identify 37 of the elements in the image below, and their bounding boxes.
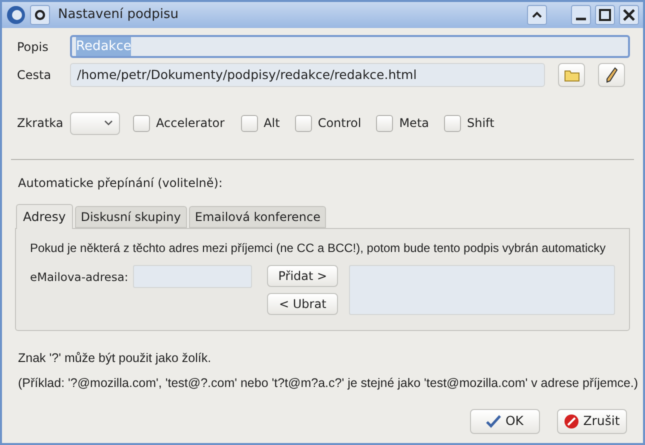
- note-text: Znak '?' může být použit jako žolík.: [18, 350, 212, 366]
- tab[interactable]: Emailová konference: [188, 206, 326, 228]
- add-button[interactable]: Přidat >: [267, 265, 338, 287]
- section-label: Automaticke přepínání (volitelně):: [17, 175, 224, 192]
- panel-description: Pokud je některá z těchto adres mezi příjemci (ne CC a BCC!), potom bude tento podpis vybrán automaticky: [30, 240, 606, 256]
- ok-button[interactable]: OK: [470, 409, 540, 434]
- field-label: eMailova-adresa:: [30, 269, 130, 286]
- maximize-icon[interactable]: [595, 5, 615, 25]
- checkbox-option[interactable]: Control: [294, 114, 362, 132]
- stop-icon: [564, 414, 580, 429]
- folder-icon: [564, 68, 580, 82]
- pencil-icon: [606, 67, 618, 83]
- selected-text: Redakce: [76, 36, 132, 56]
- path-field[interactable]: /home/petr/Dokumenty/podpisy/redakce/redakce.html: [70, 63, 545, 87]
- tab[interactable]: Adresy: [16, 204, 73, 229]
- tab[interactable]: Diskusní skupiny: [74, 206, 187, 228]
- minimize-icon[interactable]: [571, 5, 591, 25]
- email-field[interactable]: [133, 265, 252, 288]
- checkbox-option[interactable]: Alt: [240, 114, 280, 132]
- checkbox-option[interactable]: Meta: [376, 114, 429, 132]
- browse-button[interactable]: [558, 63, 585, 87]
- app-icon: [6, 5, 26, 25]
- menu-icon[interactable]: [30, 5, 50, 25]
- field-label: Zkratka: [16, 115, 64, 132]
- field-label: Cesta: [16, 67, 52, 84]
- checkbox-option[interactable]: Accelerator: [133, 114, 225, 132]
- close-icon[interactable]: [619, 5, 639, 25]
- note-text: (Příklad: '?@mozilla.com', 'test@?.com' nebo 't?t@m?a.c?' je stejné jako 'test@mozilla.com' v adrese příjemce.): [18, 375, 638, 391]
- window-title: Nastavení podpisu: [58, 6, 179, 24]
- edit-button[interactable]: [598, 63, 625, 87]
- checkmark-icon: [486, 415, 502, 428]
- field-label: Popis: [16, 38, 50, 56]
- chevron-down-icon: [104, 120, 113, 126]
- shade-icon[interactable]: [527, 5, 547, 25]
- cancel-button[interactable]: Zrušit: [557, 409, 627, 434]
- remove-button[interactable]: < Ubrat: [267, 293, 338, 315]
- checkbox-option[interactable]: Shift: [444, 114, 494, 132]
